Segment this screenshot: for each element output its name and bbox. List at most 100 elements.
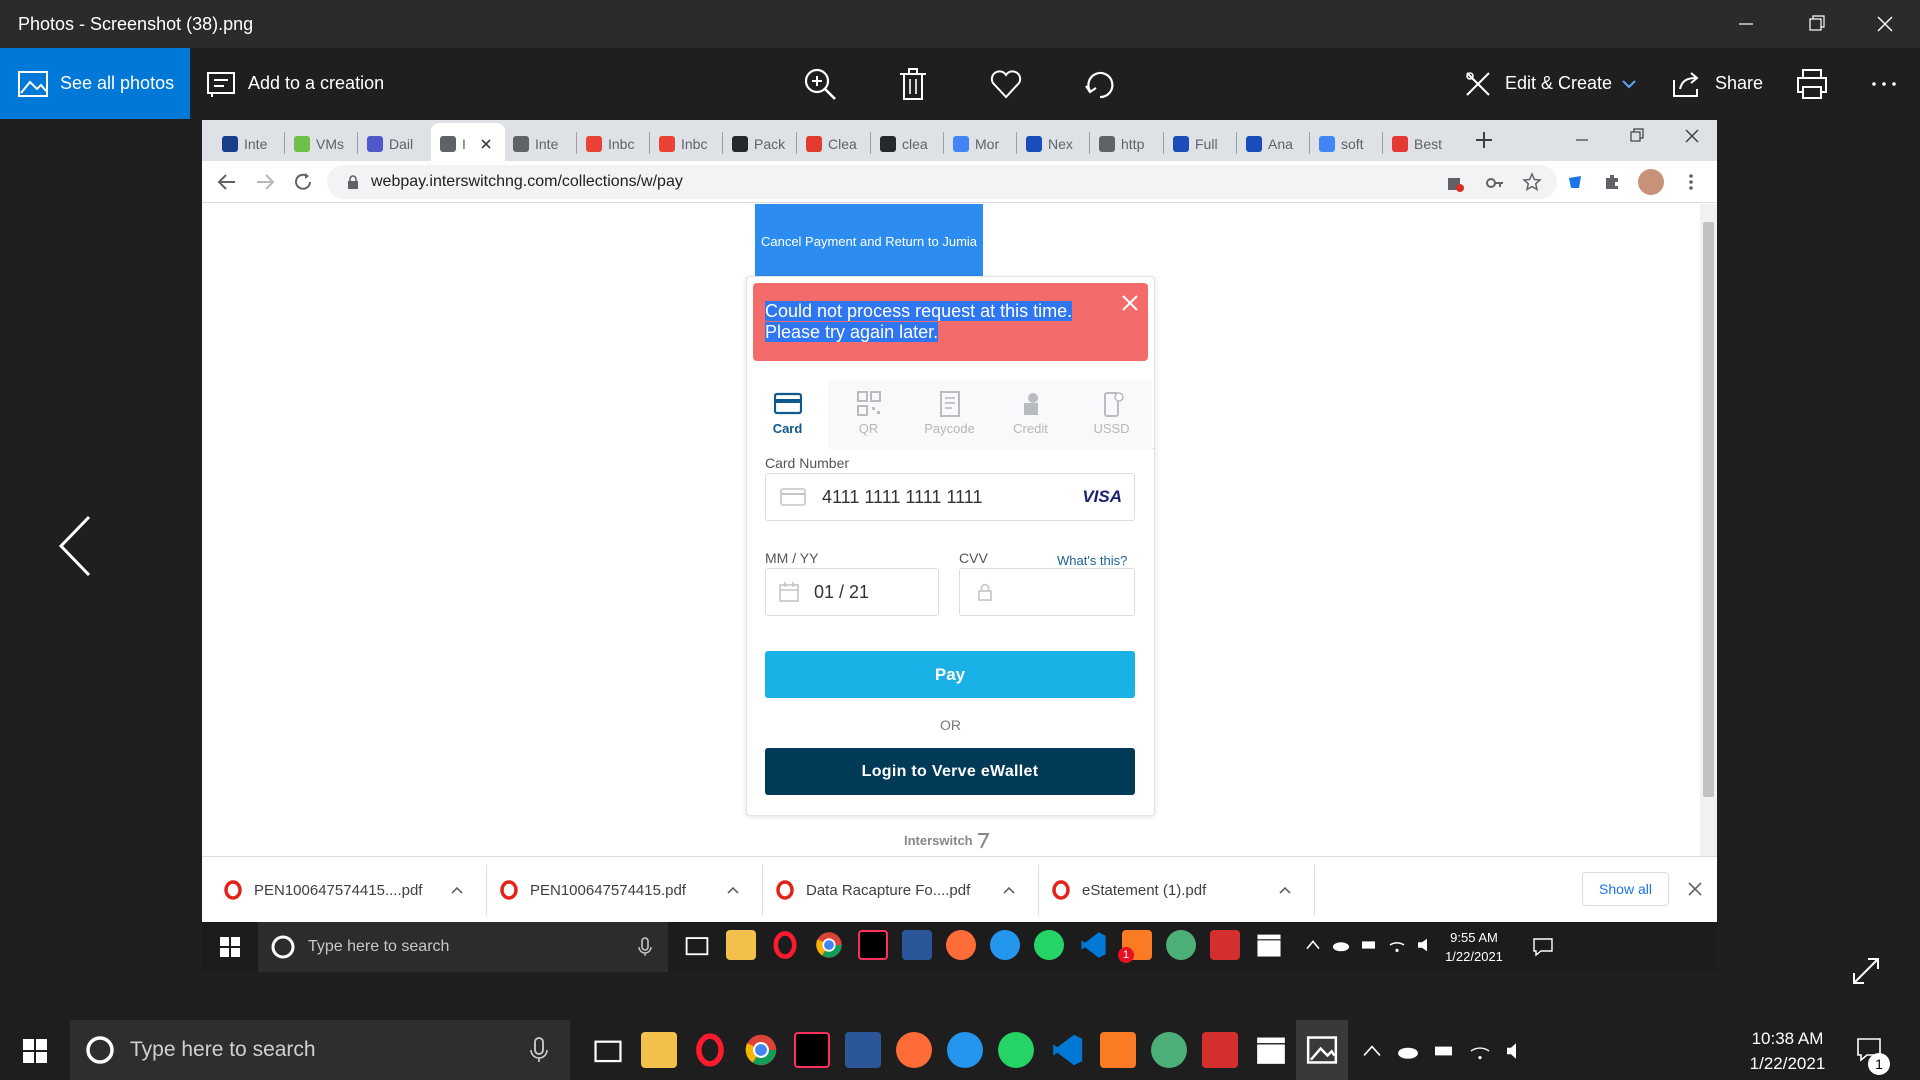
vscode-icon[interactable] [1078,930,1108,960]
browser-tab[interactable]: Nex [1018,126,1073,161]
browser-tab[interactable]: Dail [359,126,413,161]
word-icon[interactable] [845,1032,881,1068]
extension-blocked-icon[interactable] [1445,173,1465,193]
browser-menu-icon[interactable] [1688,172,1694,192]
close-icon[interactable] [1120,293,1140,313]
browser-tab[interactable]: Inbc [651,126,707,161]
browser-tab[interactable]: Pack [724,126,785,161]
onedrive-cloud-icon[interactable] [1397,1040,1419,1062]
atom-icon[interactable] [1166,930,1196,960]
share-button[interactable]: Share [1671,48,1763,119]
close-window-button[interactable] [1865,10,1905,38]
card-number-field[interactable]: 4111 1111 1111 1111 VISA [765,473,1135,521]
browser-tab[interactable]: I [432,126,492,161]
browser-tab[interactable]: Full [1165,126,1218,161]
browser-minimize-icon[interactable] [1572,130,1592,150]
more-options-icon[interactable] [1866,66,1902,102]
task-view-icon[interactable] [682,930,712,960]
zoom-in-icon[interactable] [802,66,838,102]
browser-tab[interactable]: Ana [1238,126,1293,161]
inner-notification-icon[interactable] [1532,936,1554,958]
inner-search-box[interactable]: Type here to search [258,922,668,972]
forward-arrow-icon[interactable] [254,171,276,193]
page-scrollbar[interactable] [1700,204,1717,856]
add-to-creation-button[interactable]: Add to a creation [206,48,384,119]
onedrive-cloud-icon[interactable] [1332,936,1350,954]
chevron-up-icon[interactable] [1361,1040,1383,1062]
browser-tab[interactable]: clea [872,126,928,161]
tab-qr[interactable]: QR [828,381,909,449]
full-screen-icon[interactable] [1850,955,1882,987]
reload-icon[interactable] [292,171,314,193]
volume-icon[interactable] [1416,936,1434,954]
task-view-icon[interactable] [590,1032,626,1068]
new-tab-icon[interactable] [1472,128,1496,152]
profile-avatar[interactable] [1638,169,1664,195]
word-icon[interactable] [902,930,932,960]
windows-start-icon[interactable] [220,937,240,957]
chevron-up-icon[interactable] [450,885,464,895]
cvv-field[interactable] [959,568,1135,616]
chrome-icon[interactable] [814,930,844,960]
tab-ussd[interactable]: USSD [1071,381,1152,449]
extensions-puzzle-icon[interactable] [1602,172,1622,192]
battery-icon[interactable] [1433,1040,1455,1062]
taskbar-search-box[interactable]: Type here to search [70,1020,570,1080]
tab-paycode[interactable]: Paycode [909,381,990,449]
delete-icon[interactable] [895,66,931,102]
chrome-icon[interactable] [743,1032,779,1068]
inner-clock[interactable]: 9:55 AM 1/22/2021 [1434,928,1514,966]
pay-button[interactable]: Pay [765,651,1135,698]
opera-icon[interactable] [770,930,800,960]
tab-close-icon[interactable] [480,138,492,150]
minimize-button[interactable] [1726,10,1766,38]
browser-tab[interactable]: Best [1384,126,1442,161]
browser-tab[interactable]: Inte [505,126,558,161]
acrobat-icon[interactable] [1202,1032,1238,1068]
download-item[interactable]: eStatement (1).pdf [1052,857,1302,923]
browser-tab[interactable]: http [1091,126,1144,161]
movie-clapper-icon[interactable] [1253,1032,1289,1068]
see-all-photos-button[interactable]: See all photos [0,48,190,119]
whatsapp-icon[interactable] [1034,930,1064,960]
close-downloads-icon[interactable] [1687,881,1703,897]
expiry-field[interactable]: 01 / 21 [765,568,939,616]
browser-tab[interactable]: VMs [286,126,344,161]
extension-shopping-icon[interactable] [1565,172,1585,192]
postman-icon[interactable] [896,1032,932,1068]
favorite-heart-icon[interactable] [988,66,1024,102]
opera-icon[interactable] [692,1032,728,1068]
browser-tab[interactable]: Mor [945,126,999,161]
verve-ewallet-login-button[interactable]: Login to Verve eWallet [765,748,1135,795]
chevron-up-icon[interactable] [1278,885,1292,895]
file-explorer-icon[interactable] [641,1032,677,1068]
photos-app-icon[interactable] [1304,1032,1340,1068]
restore-button[interactable] [1796,10,1836,38]
file-explorer-icon[interactable] [726,930,756,960]
wifi-icon[interactable] [1469,1040,1491,1062]
taskbar-clock[interactable]: 10:38 AM 1/22/2021 [1745,1026,1830,1076]
browser-tab[interactable]: Inbc [578,126,634,161]
browser-tab[interactable]: Clea [798,126,857,161]
intellij-icon[interactable] [794,1032,830,1068]
download-item[interactable]: PEN100647574415....pdf [224,857,474,923]
scrollbar-thumb[interactable] [1703,222,1714,797]
download-item[interactable]: PEN100647574415.pdf [500,857,750,923]
rotate-icon[interactable] [1082,66,1118,102]
docker-icon[interactable] [990,930,1020,960]
print-icon[interactable] [1794,66,1830,102]
bookmark-star-icon[interactable] [1522,172,1542,192]
atom-icon[interactable] [1151,1032,1187,1068]
windows-start-icon[interactable] [23,1039,47,1063]
show-all-downloads-button[interactable]: Show all [1582,872,1669,906]
xampp-icon[interactable] [1100,1032,1136,1068]
url-field[interactable]: webpay.interswitchng.com/collections/w/p… [327,165,1557,199]
whatsapp-icon[interactable] [998,1032,1034,1068]
browser-close-icon[interactable] [1682,126,1702,146]
key-icon[interactable] [1485,173,1505,193]
docker-icon[interactable] [947,1032,983,1068]
whats-this-link[interactable]: What's this? [1057,553,1127,568]
chevron-up-icon[interactable] [1002,885,1016,895]
cancel-payment-button[interactable]: Cancel Payment and Return to Jumia [755,204,983,278]
wifi-icon[interactable] [1388,936,1406,954]
